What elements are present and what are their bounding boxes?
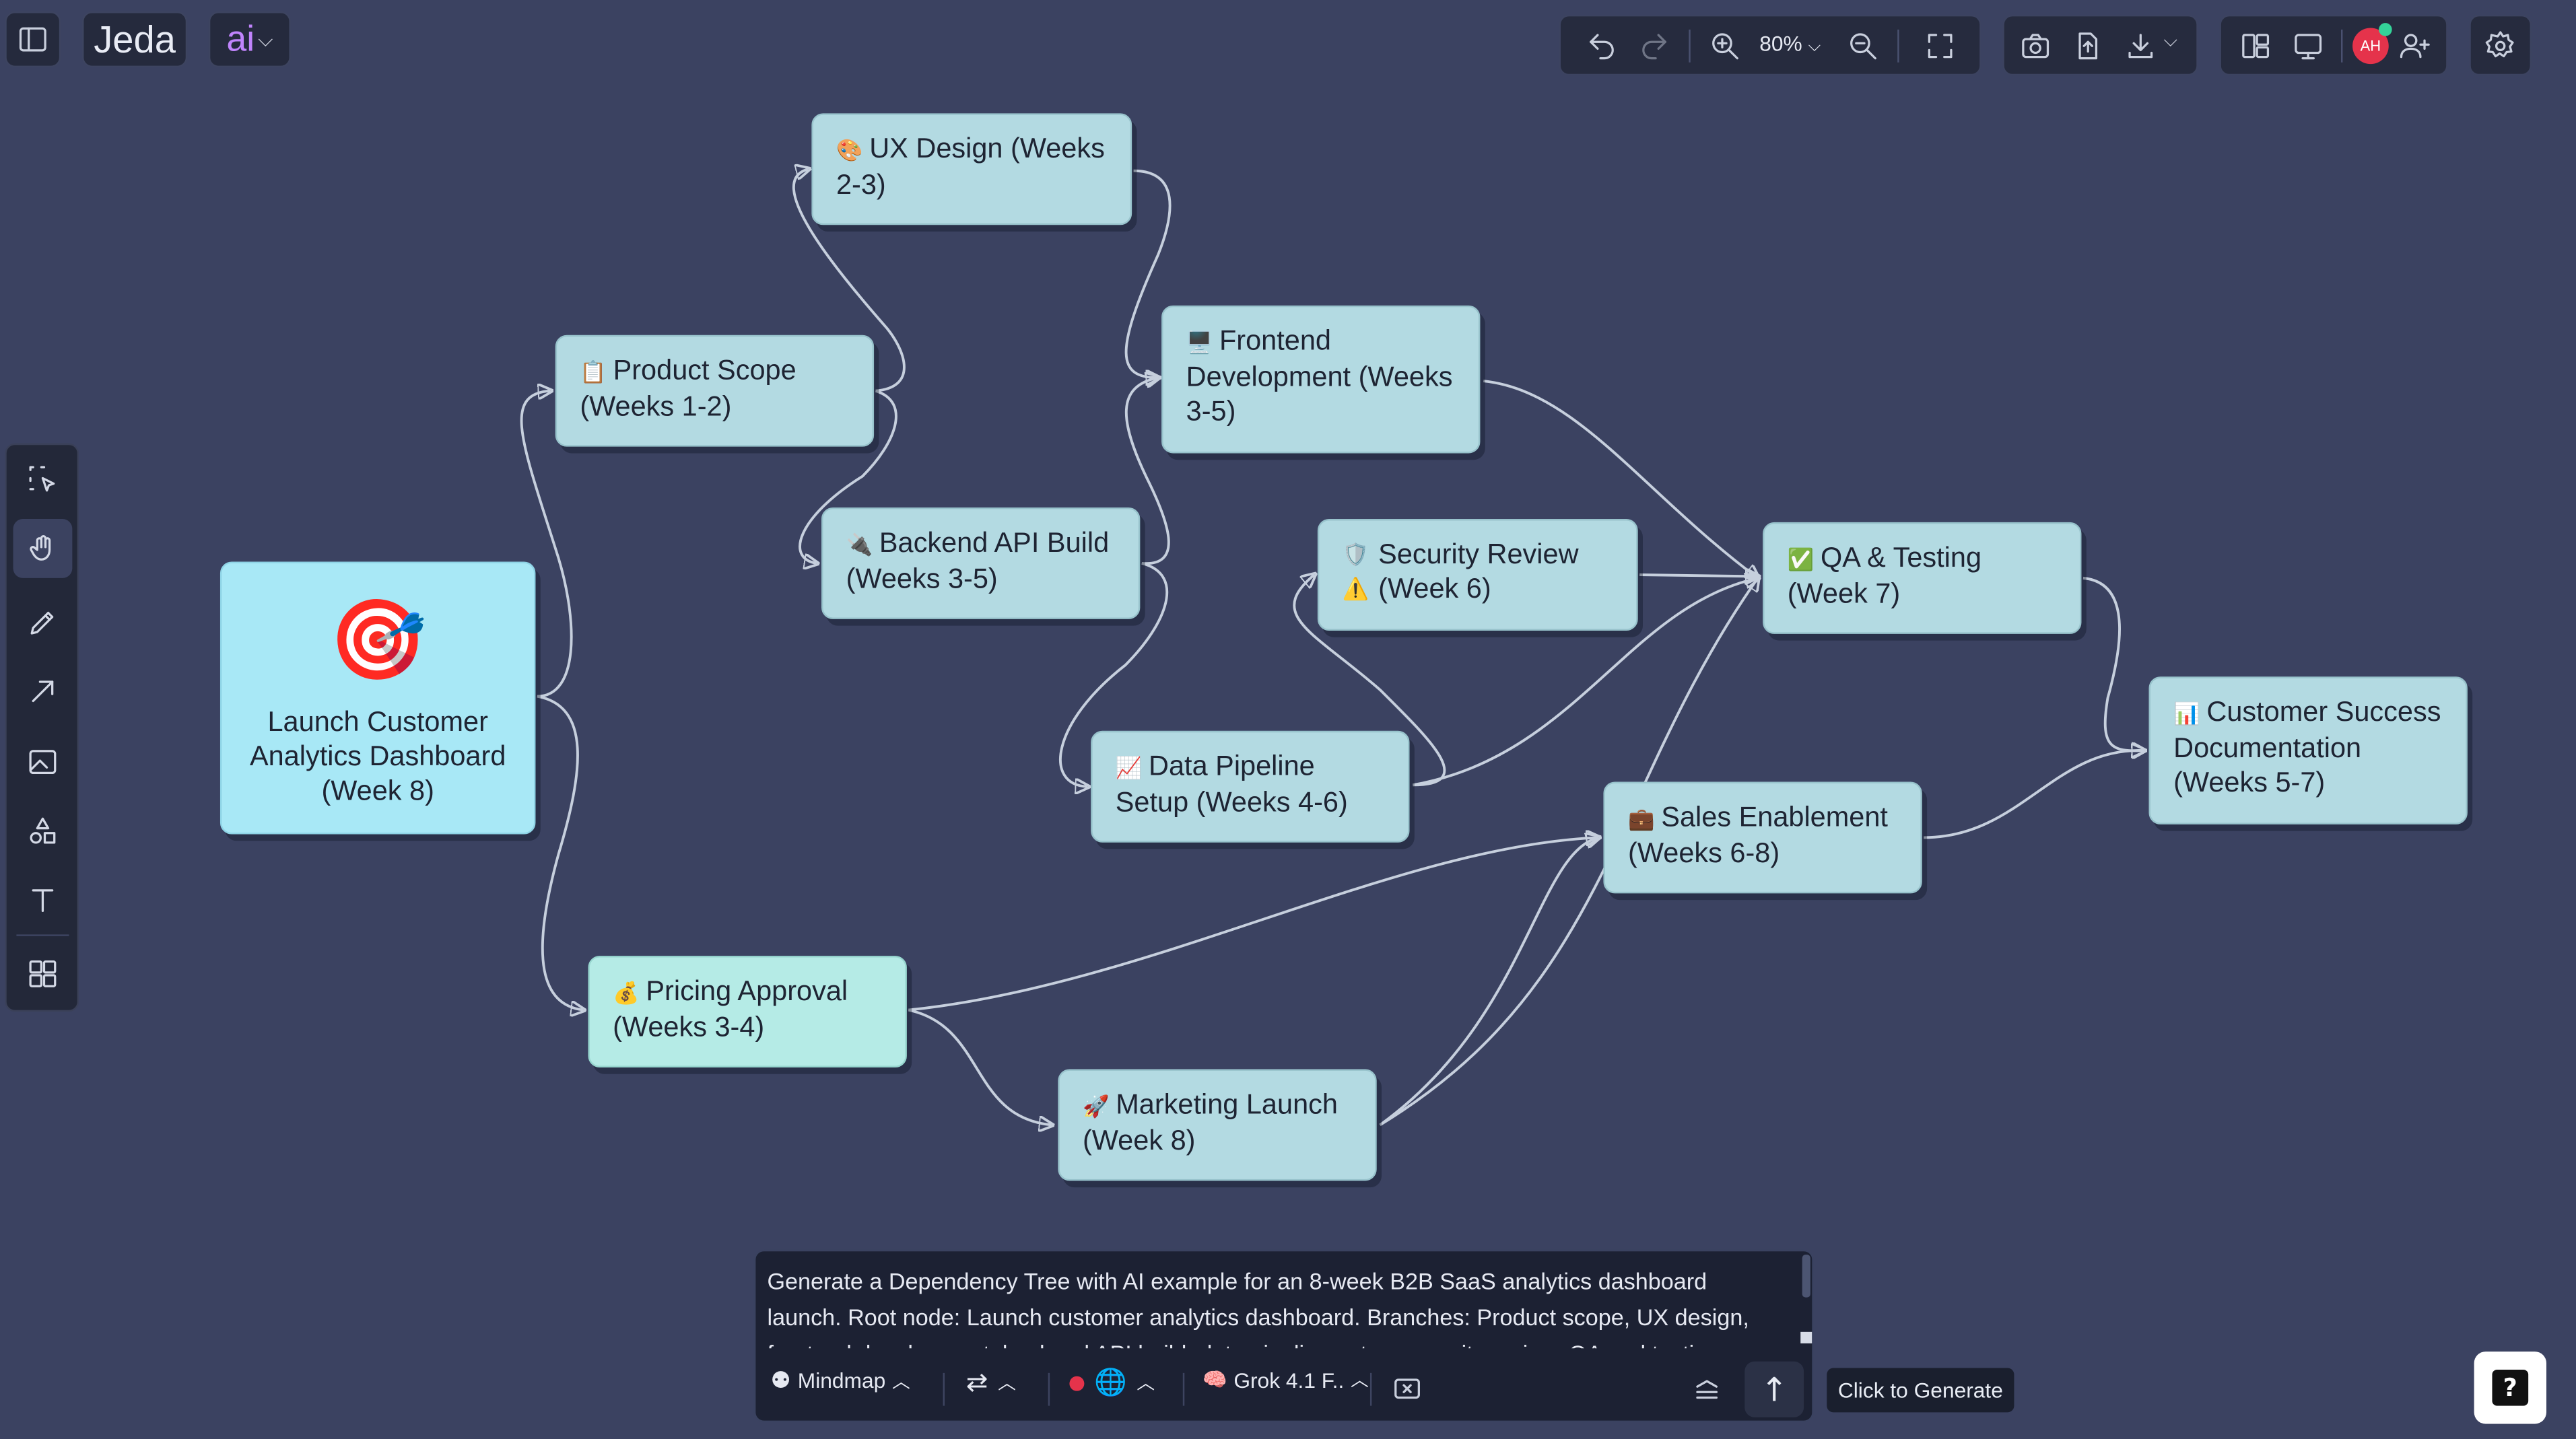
node-label: Product Scope (Weeks 1-2) [580, 355, 796, 423]
briefcase-icon: 💼 [1628, 806, 1655, 831]
node-label: Marketing Launch (Week 8) [1082, 1088, 1338, 1156]
resize-handle[interactable] [1800, 1331, 1812, 1343]
model-label: Grok 4.1 F.. [1233, 1367, 1345, 1392]
node-marketing-launch[interactable]: 🚀 Marketing Launch (Week 8) [1058, 1069, 1377, 1181]
brain-icon: 🧠 [1202, 1368, 1227, 1391]
clear-chat-icon[interactable] [1390, 1371, 1426, 1407]
node-backend-api[interactable]: 🔌 Backend API Build (Weeks 3-5) [821, 507, 1141, 619]
shield-icon: 🛡️ [1342, 542, 1369, 567]
check-icon: ✅ [1787, 547, 1815, 572]
node-label: Pricing Approval (Weeks 3-4) [613, 975, 848, 1043]
help-icon: ? [2492, 1369, 2529, 1406]
web-search-toggle[interactable]: 🌐 ︿ [1069, 1366, 1155, 1399]
collapse-icon[interactable] [1689, 1371, 1725, 1407]
globe-icon: 🌐 [1094, 1369, 1127, 1398]
mindmap-icon: ⚉ [770, 1366, 792, 1393]
arrow-up-icon: ↑ [1760, 1369, 1788, 1409]
node-data-pipeline[interactable]: 📈 Data Pipeline Setup (Weeks 4-6) [1091, 730, 1410, 843]
chart-up-icon: 📈 [1115, 755, 1143, 780]
node-label: Frontend Development (Weeks 3-5) [1186, 325, 1453, 427]
mode-label: Mindmap [797, 1368, 886, 1393]
swap-arrows-icon: ⇄ [965, 1369, 988, 1398]
node-label: UX Design (Weeks 2-3) [836, 133, 1105, 201]
node-label: QA & Testing (Week 7) [1787, 542, 1982, 610]
divider [1369, 1372, 1372, 1406]
edge [2082, 576, 2144, 751]
chevron-up-icon: ︿ [1351, 1371, 1369, 1391]
plug-icon: 🔌 [846, 532, 873, 557]
edge [537, 695, 583, 1010]
rocket-icon: 🚀 [1082, 1094, 1110, 1119]
edge [1379, 837, 1599, 1126]
chevron-up-icon: ︿ [1137, 1374, 1155, 1395]
target-icon: 🎯 [329, 598, 428, 685]
node-label: Customer Success Documentation (Weeks 5-… [2173, 696, 2441, 798]
generate-button[interactable]: ↑ [1744, 1361, 1804, 1417]
node-security-review[interactable]: 🛡️ ⚠️ Security Review (Week 6) [1317, 519, 1638, 631]
node-label: Sales Enablement (Weeks 6-8) [1628, 801, 1888, 869]
model-selector[interactable]: 🧠 Grok 4.1 F.. ︿ [1202, 1366, 1369, 1393]
divider [1182, 1372, 1185, 1406]
node-pricing-approval[interactable]: 💰 Pricing Approval (Weeks 3-4) [588, 956, 907, 1067]
money-bag-icon: 💰 [613, 980, 640, 1006]
prompt-textarea[interactable]: Generate a Dependency Tree with AI examp… [767, 1263, 1777, 1349]
bar-chart-icon: 📊 [2173, 701, 2200, 726]
node-root[interactable]: 🎯 Launch Customer Analytics Dashboard (W… [219, 561, 536, 835]
clipboard-icon: 📋 [580, 359, 607, 384]
palette-icon: 🎨 [836, 137, 863, 163]
edge [908, 837, 1598, 1012]
node-sales-enablement[interactable]: 💼 Sales Enablement (Weeks 6-8) [1603, 781, 1922, 894]
prompt-scrollbar[interactable] [1802, 1255, 1810, 1298]
node-qa-testing[interactable]: ✅ QA & Testing (Week 7) [1763, 522, 2082, 634]
direction-selector[interactable]: ⇄ ︿ [966, 1366, 1016, 1399]
divider [1048, 1372, 1050, 1406]
edge [1639, 575, 1758, 576]
node-frontend-dev[interactable]: 🖥️ Frontend Development (Weeks 3-5) [1161, 305, 1481, 454]
divider [943, 1372, 945, 1406]
edge [908, 1008, 1051, 1125]
mode-selector[interactable]: ⚉ Mindmap ︿ [770, 1366, 910, 1394]
record-dot [1069, 1375, 1085, 1391]
node-label: Launch Customer Analytics Dashboard (Wee… [249, 706, 506, 807]
node-label: Security Review (Week 6) [1378, 538, 1579, 604]
chevron-up-icon: ︿ [891, 1372, 910, 1392]
help-button[interactable]: ? [2474, 1352, 2546, 1424]
monitor-icon: 🖥️ [1186, 330, 1213, 355]
node-product-scope[interactable]: 📋 Product Scope (Weeks 1-2) [555, 335, 875, 447]
node-ux-design[interactable]: 🎨 UX Design (Weeks 2-3) [811, 113, 1132, 225]
node-label: Data Pipeline Setup (Weeks 4-6) [1115, 750, 1348, 818]
node-customer-success[interactable]: 📊 Customer Success Documentation (Weeks 5… [2148, 676, 2468, 824]
generate-tooltip: Click to Generate [1827, 1368, 2014, 1413]
warning-icon: ⚠️ [1342, 576, 1369, 602]
chevron-up-icon: ︿ [998, 1374, 1016, 1395]
node-label: Backend API Build (Weeks 3-5) [846, 527, 1110, 595]
ai-prompt-panel: Generate a Dependency Tree with AI examp… [753, 1249, 1814, 1423]
edge [1924, 750, 2144, 839]
